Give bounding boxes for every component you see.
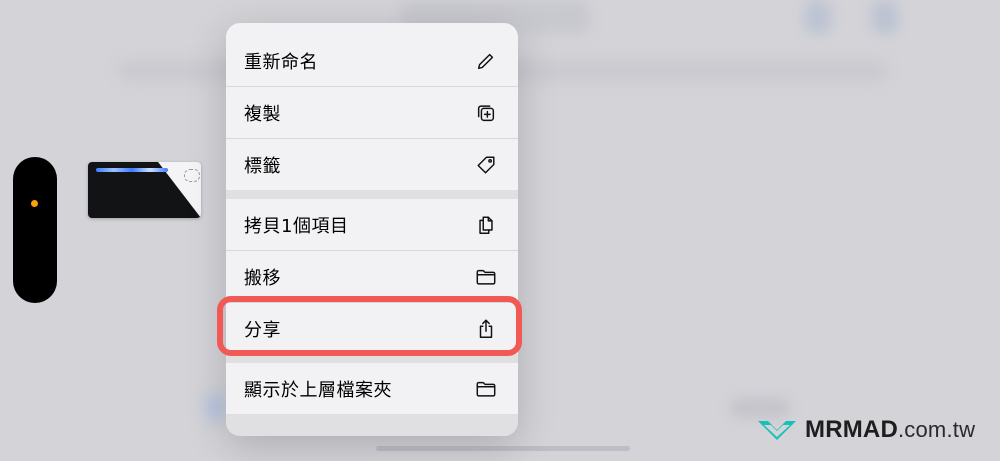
mrmad-logo-icon [758,421,796,440]
menu-item-label: 拷貝1個項目 [244,215,349,237]
mrmad-watermark: MRMAD.com.tw [755,414,975,446]
menu-item-label: 複製 [244,103,281,125]
menu-item-tags[interactable]: 標籤 [226,139,518,190]
menu-item-move[interactable]: 搬移 [226,251,518,302]
menu-item-share[interactable]: 分享 [226,303,518,354]
tag-icon [474,153,498,177]
copy-doc-icon [474,213,498,237]
file-thumbnail[interactable] [88,162,201,218]
menu-section-gap [226,414,518,436]
watermark-text: MRMAD.com.tw [805,416,976,443]
background-blur-block [872,0,898,34]
menu-item-label: 搬移 [244,267,281,289]
menu-item-label: 分享 [244,319,281,341]
thumbnail-waveform [96,168,168,172]
cloud-outline-icon [184,169,200,182]
pencil-icon [474,49,498,73]
home-indicator [376,446,630,451]
menu-item-copy[interactable]: 拷貝1個項目 [226,199,518,250]
menu-item-show-in-folder[interactable]: 顯示於上層檔案夾 [226,363,518,414]
menu-section-gap [226,190,518,199]
background-blur-block [205,392,225,422]
menu-item-label: 重新命名 [244,51,318,73]
folder-icon [474,377,498,401]
drag-pill[interactable] [13,157,57,303]
menu-item-label: 顯示於上層檔案夾 [244,379,392,401]
orange-dot-icon [31,200,38,207]
share-icon [474,317,498,341]
menu-item-label: 標籤 [244,155,281,177]
menu-section-gap [226,354,518,363]
duplicate-icon [474,101,498,125]
menu-item-rename[interactable]: 重新命名 [226,35,518,86]
context-menu: 重新命名 複製 標籤 拷貝1個項目 搬移 分享 顯示於上層檔案夾 [226,23,518,436]
folder-icon [474,265,498,289]
background-blur-block [805,0,831,34]
menu-item-duplicate[interactable]: 複製 [226,87,518,138]
